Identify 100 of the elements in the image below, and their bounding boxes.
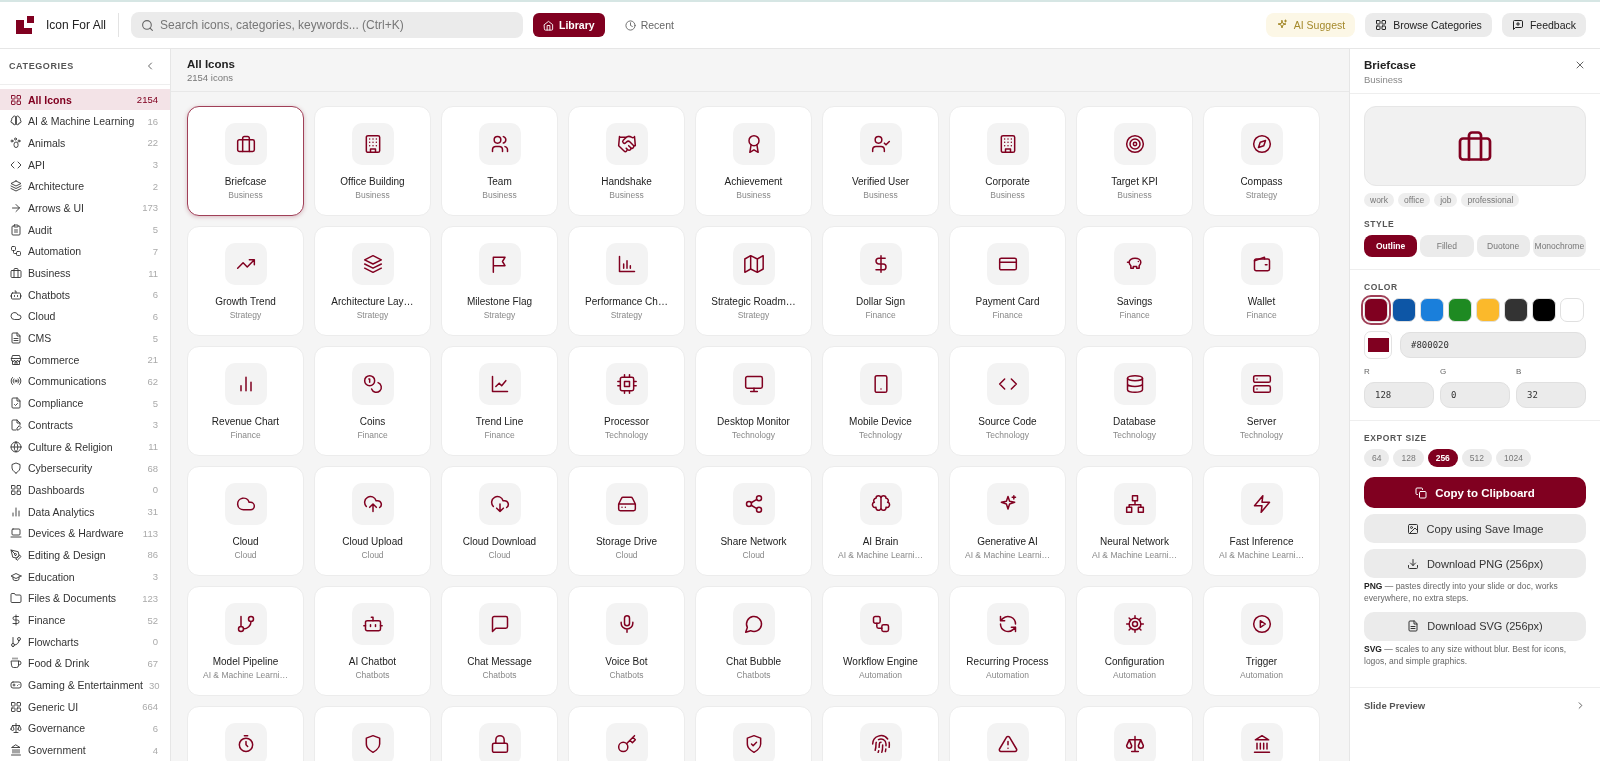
category-item[interactable]: Government 4 [0, 739, 170, 761]
color-swatch[interactable] [1364, 298, 1388, 322]
icon-card[interactable]: Generative AI AI & Machine Learni… [949, 466, 1066, 576]
category-item[interactable]: Culture & Religion 11 [0, 435, 170, 458]
icon-card[interactable]: Workflow Engine Automation [822, 586, 939, 696]
icon-card[interactable]: Verified User Business [822, 106, 939, 216]
size-option[interactable]: 128 [1393, 449, 1424, 467]
category-item[interactable]: Chatbots 6 [0, 283, 170, 306]
icon-card[interactable]: Processor Technology [568, 346, 685, 456]
icon-card[interactable]: Source Code Technology [949, 346, 1066, 456]
category-item[interactable]: Gaming & Entertainment 30 [0, 674, 170, 696]
category-item[interactable]: Flowcharts 0 [0, 630, 170, 653]
action-button[interactable]: Download SVG (256px) [1364, 611, 1586, 641]
icon-card[interactable]: Corporate Business [949, 106, 1066, 216]
tag-chip[interactable]: professional [1461, 193, 1520, 207]
category-item[interactable]: Data Analytics 31 [0, 500, 170, 523]
category-item[interactable]: Compliance 5 [0, 392, 170, 414]
icon-card[interactable]: Coins Finance [314, 346, 431, 456]
slide-preview-row[interactable]: Slide Preview [1350, 687, 1600, 723]
icon-card[interactable]: Configuration Automation [1076, 586, 1193, 696]
icon-card[interactable]: Chat Bubble Chatbots [695, 586, 812, 696]
icon-card[interactable]: Recurring Process Automation [949, 586, 1066, 696]
color-preview[interactable] [1364, 331, 1392, 359]
channel-field[interactable]: 32 [1516, 382, 1586, 408]
category-item[interactable]: API 3 [0, 153, 170, 176]
icon-card[interactable]: Office Building Business [314, 106, 431, 216]
category-item[interactable]: AI & Machine Learning 16 [0, 110, 170, 133]
channel-field[interactable]: 128 [1364, 382, 1434, 408]
color-swatch[interactable] [1448, 298, 1472, 322]
close-button[interactable] [1574, 59, 1586, 71]
color-swatch[interactable] [1560, 298, 1584, 322]
icon-card[interactable]: Target KPI Business [1076, 106, 1193, 216]
style-option[interactable]: Outline [1364, 235, 1418, 257]
size-option[interactable]: 1024 [1496, 449, 1531, 467]
icon-card[interactable]: Revenue Chart Finance [187, 346, 304, 456]
size-option[interactable]: 256 [1427, 449, 1458, 467]
icon-card[interactable]: Growth Trend Strategy [187, 226, 304, 336]
icon-card[interactable]: AI Chatbot Chatbots [314, 586, 431, 696]
icon-card[interactable]: Storage Drive Cloud [568, 466, 685, 576]
icon-card[interactable]: Handshake Business [568, 106, 685, 216]
category-item[interactable]: Education 3 [0, 565, 170, 588]
category-item[interactable]: Contracts 3 [0, 414, 170, 436]
hex-field[interactable]: #800020 [1400, 332, 1586, 358]
category-item[interactable]: Finance 52 [0, 609, 170, 631]
icon-card[interactable]: Trend Line Finance [441, 346, 558, 456]
size-option[interactable]: 64 [1364, 449, 1390, 467]
category-item[interactable]: Business 11 [0, 262, 170, 284]
icon-card[interactable]: Neural Network AI & Machine Learni… [1076, 466, 1193, 576]
color-swatch[interactable] [1420, 298, 1444, 322]
color-swatch[interactable] [1504, 298, 1528, 322]
category-item[interactable]: Dashboards 0 [0, 479, 170, 501]
icon-card[interactable]: Server Technology [1203, 346, 1320, 456]
tag-chip[interactable]: job [1434, 193, 1458, 207]
icon-card[interactable]: Performance Ch… Strategy [568, 226, 685, 336]
icon-card[interactable]: Strategic Roadm… Strategy [695, 226, 812, 336]
category-item[interactable]: Arrows & UI 173 [0, 197, 170, 219]
category-item[interactable]: Governance 6 [0, 717, 170, 740]
icon-card[interactable]: Database Technology [1076, 346, 1193, 456]
category-item[interactable]: Files & Documents 123 [0, 587, 170, 610]
icon-card[interactable]: Wallet Finance [1203, 226, 1320, 336]
nav-tab[interactable]: Recent [614, 13, 684, 37]
icon-card[interactable]: Mobile Device Technology [822, 346, 939, 456]
copy-button[interactable]: Copy to Clipboard [1364, 477, 1586, 508]
channel-field[interactable]: 0 [1440, 382, 1510, 408]
category-item[interactable]: Commerce 21 [0, 348, 170, 371]
size-option[interactable]: 512 [1461, 449, 1493, 467]
icon-card[interactable]: Dollar Sign Finance [822, 226, 939, 336]
category-item[interactable]: Communications 62 [0, 370, 170, 393]
toolbar-button[interactable]: Browse Categories [1365, 13, 1492, 37]
category-item[interactable]: Devices & Hardware 113 [0, 522, 170, 545]
icon-card[interactable]: Trigger Automation [1203, 586, 1320, 696]
icon-card[interactable]: Architecture Lay… Strategy [314, 226, 431, 336]
color-swatch[interactable] [1392, 298, 1416, 322]
icon-card[interactable]: Savings Finance [1076, 226, 1193, 336]
icon-card[interactable]: Model Pipeline AI & Machine Learni… [187, 586, 304, 696]
icon-card[interactable]: Cloud Upload Cloud [314, 466, 431, 576]
icon-card[interactable]: Cloud Download Cloud [441, 466, 558, 576]
category-item[interactable]: Generic UI 664 [0, 695, 170, 718]
category-item[interactable]: CMS 5 [0, 327, 170, 349]
search-field[interactable]: Search icons, categories, keywords... (Ctrl+K) [131, 12, 524, 38]
tag-chip[interactable]: work [1364, 193, 1394, 207]
category-item[interactable]: All Icons 2154 [0, 88, 170, 111]
icon-card[interactable]: Team Business [441, 106, 558, 216]
icon-card[interactable]: Milestone Flag Strategy [441, 226, 558, 336]
icon-card[interactable]: Fast Inference AI & Machine Learni… [1203, 466, 1320, 576]
color-swatch[interactable] [1476, 298, 1500, 322]
tag-chip[interactable]: office [1397, 193, 1431, 207]
category-item[interactable]: Food & Drink 67 [0, 652, 170, 675]
category-item[interactable]: Audit 5 [0, 218, 170, 241]
category-item[interactable]: Editing & Design 86 [0, 544, 170, 566]
icon-card[interactable]: Desktop Monitor Technology [695, 346, 812, 456]
nav-tab[interactable]: Library [533, 13, 605, 37]
icon-card[interactable]: Chat Message Chatbots [441, 586, 558, 696]
style-option[interactable]: Filled [1420, 235, 1474, 257]
style-option[interactable]: Monochrome [1532, 235, 1586, 257]
toolbar-button[interactable]: Feedback [1501, 13, 1586, 37]
icon-card[interactable]: Cloud Cloud [187, 466, 304, 576]
color-swatch[interactable] [1532, 298, 1556, 322]
icon-card[interactable]: Payment Card Finance [949, 226, 1066, 336]
category-item[interactable]: Cybersecurity 68 [0, 457, 170, 480]
